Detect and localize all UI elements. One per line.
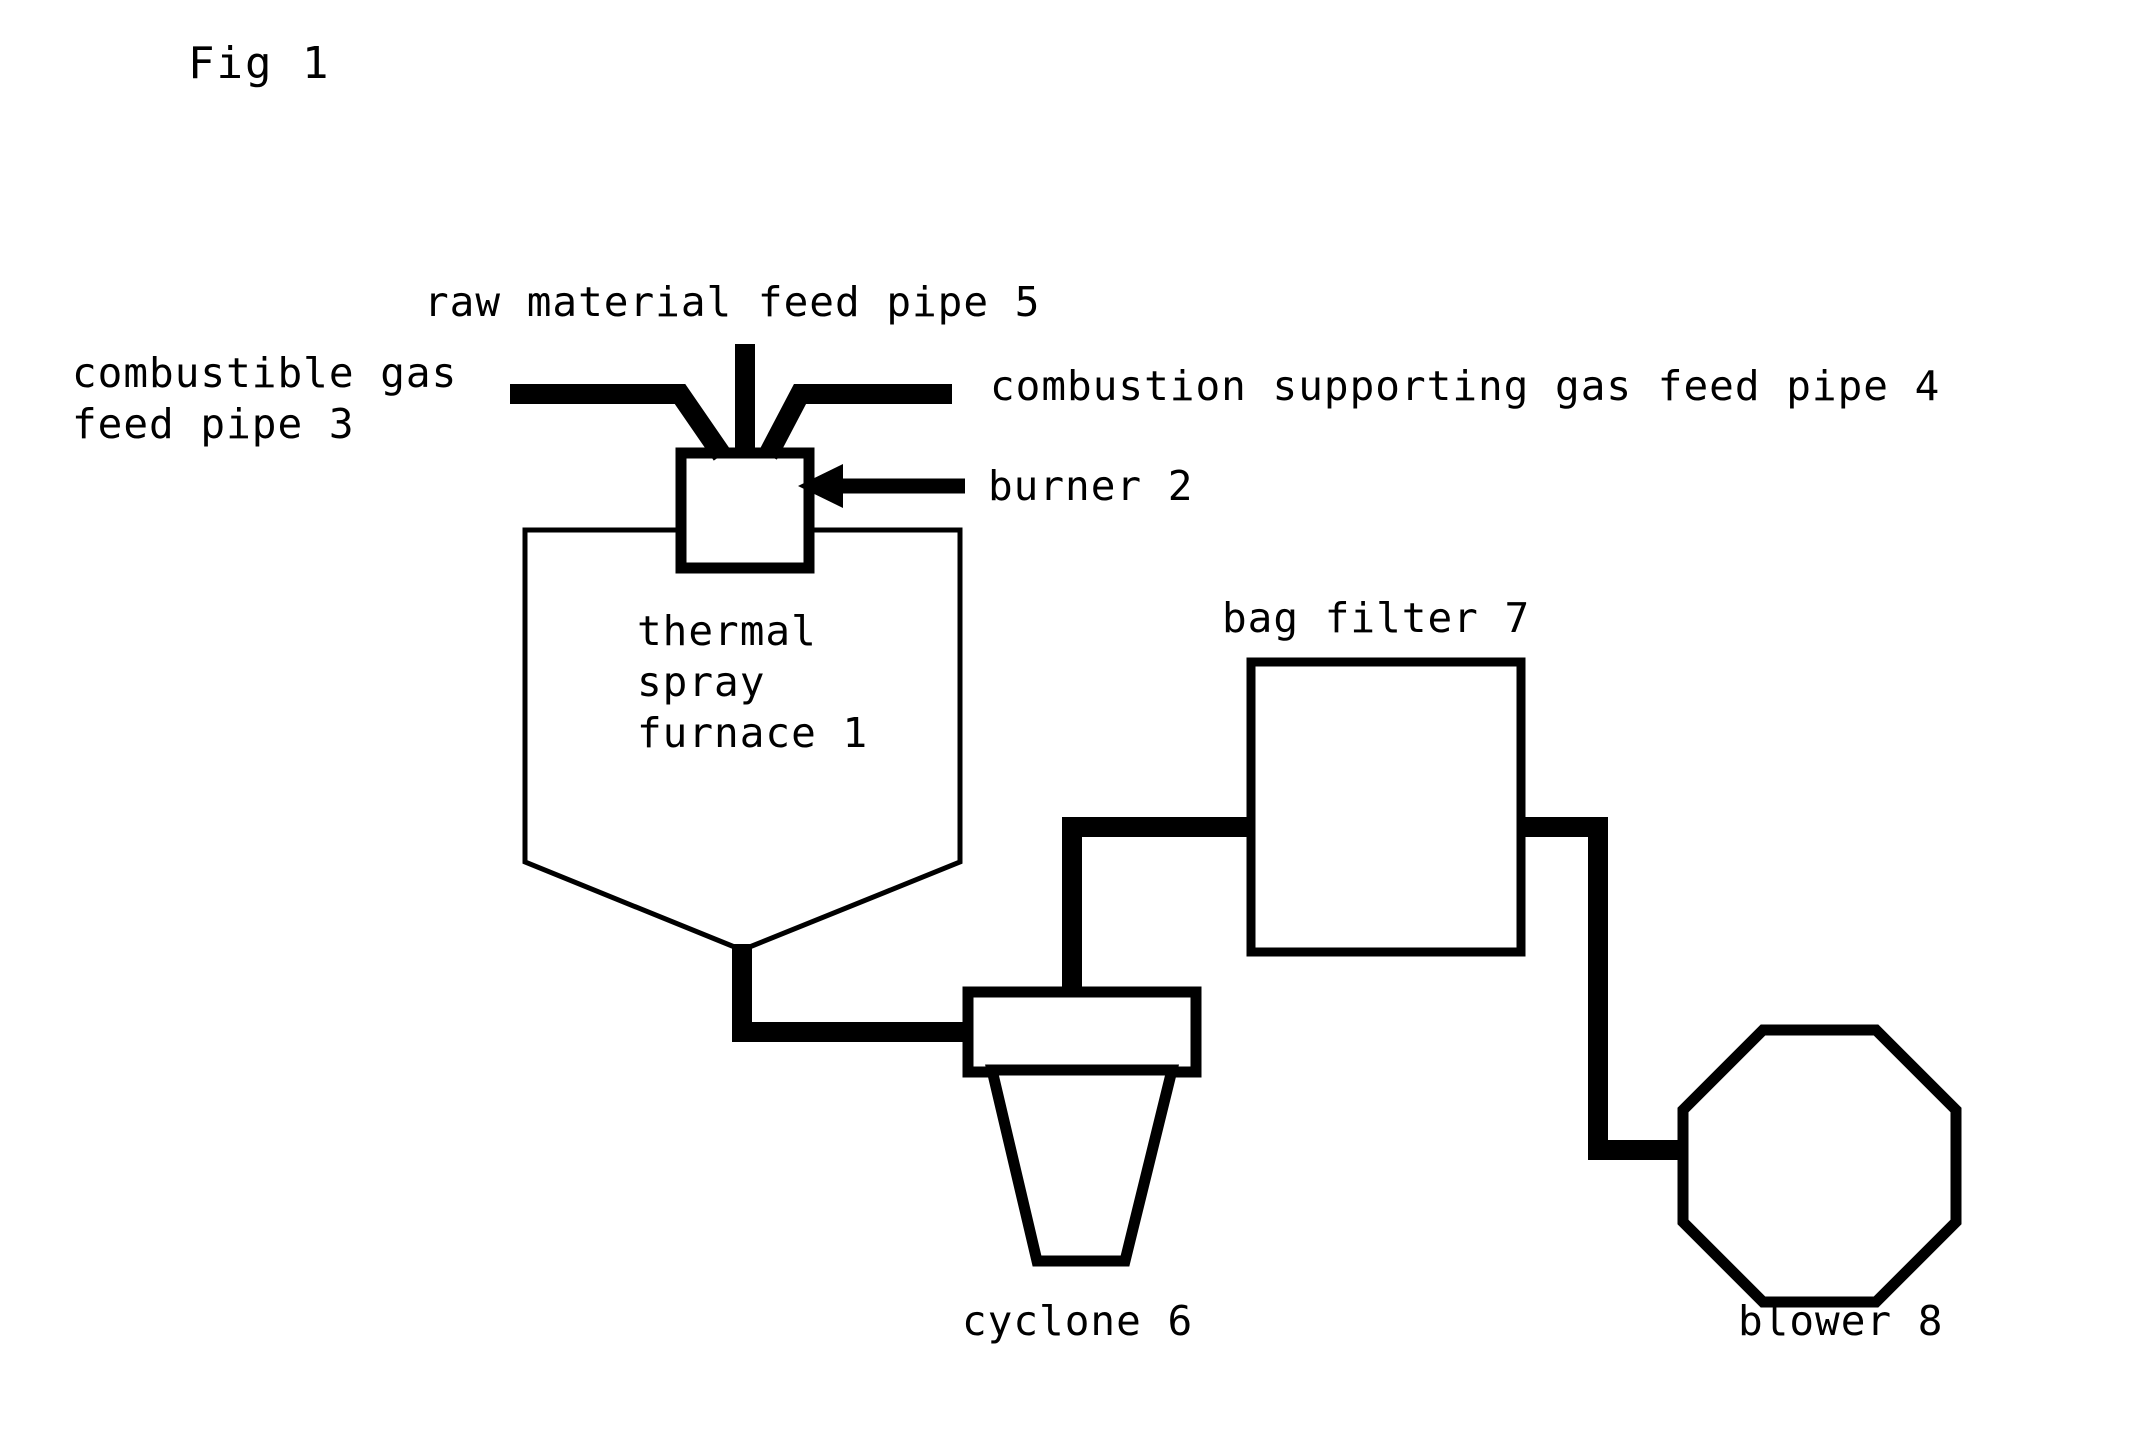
furnace-to-cyclone-pipe bbox=[732, 944, 972, 1042]
burner-shape bbox=[675, 447, 815, 574]
figure-canvas: Fig 1 thermal spray furnace 1 raw materi… bbox=[0, 0, 2151, 1431]
cyclone-to-bag-filter-pipe bbox=[1062, 817, 1257, 990]
cyclone-cone-shape bbox=[985, 1064, 1180, 1267]
blower-label: blower 8 bbox=[1738, 1297, 1943, 1345]
cyclone-label: cyclone 6 bbox=[962, 1297, 1193, 1345]
combustible-gas-feed-pipe-3 bbox=[510, 384, 731, 461]
thermal-spray-furnace-label-line3: furnace 1 bbox=[637, 709, 868, 757]
thermal-spray-furnace-label-line1: thermal bbox=[637, 607, 817, 655]
bag-filter-to-blower-pipe bbox=[1517, 817, 1700, 1160]
combustible-gas-feed-pipe-label-line1: combustible gas bbox=[72, 349, 457, 397]
thermal-spray-furnace-label-line2: spray bbox=[637, 658, 765, 706]
raw-material-feed-pipe-label: raw material feed pipe 5 bbox=[424, 278, 1040, 326]
figure-title: Fig 1 bbox=[188, 38, 330, 89]
combustion-supporting-gas-feed-pipe-4 bbox=[759, 384, 952, 460]
burner-label: burner 2 bbox=[988, 462, 1193, 510]
bag-filter-label: bag filter 7 bbox=[1222, 594, 1530, 642]
blower-shape bbox=[1677, 1024, 1962, 1308]
combustion-supporting-gas-feed-pipe-label: combustion supporting gas feed pipe 4 bbox=[990, 362, 1940, 410]
cyclone-top-chamber-shape bbox=[962, 986, 1202, 1078]
process-flow-diagram: Fig 1 thermal spray furnace 1 raw materi… bbox=[72, 38, 1962, 1345]
combustible-gas-feed-pipe-label-line2: feed pipe 3 bbox=[72, 400, 355, 448]
bag-filter-shape bbox=[1246, 657, 1526, 957]
